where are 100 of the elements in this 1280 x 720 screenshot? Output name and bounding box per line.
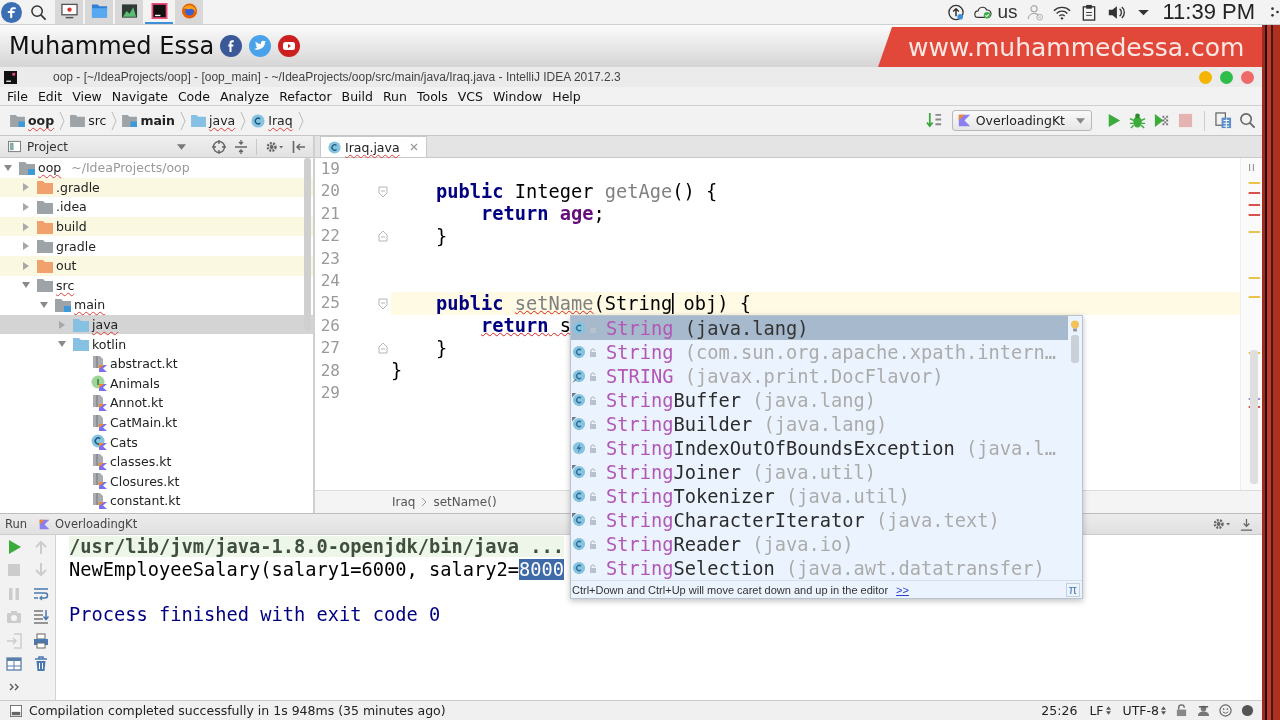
completion-item[interactable]: STRING (javax.print.DocFlavor) <box>571 364 1068 388</box>
user-icon[interactable] <box>1026 3 1045 21</box>
project-view-dropdown[interactable]: Project <box>0 136 186 157</box>
triangle-right-icon[interactable] <box>21 221 31 232</box>
caret-down-icon[interactable] <box>1138 8 1150 16</box>
completion-item[interactable]: String (java.lang) <box>571 316 1068 340</box>
tree-item[interactable]: Closures.kt <box>0 471 313 492</box>
gear-icon[interactable] <box>1212 517 1231 531</box>
tree-item[interactable]: classes.kt <box>0 451 313 472</box>
os-logo-icon[interactable] <box>1 1 22 23</box>
hide-panel-icon[interactable] <box>292 139 306 154</box>
breadcrumb-link[interactable]: Iraq <box>392 495 416 509</box>
close-button[interactable] <box>1241 70 1254 84</box>
fold-marker-icon[interactable] <box>378 342 388 355</box>
triangle-right-icon[interactable] <box>21 260 31 271</box>
scrollbar-thumb[interactable] <box>1250 350 1258 484</box>
pi-button[interactable]: π <box>1066 582 1080 597</box>
tree-item[interactable]: java <box>0 314 313 335</box>
completion-item[interactable]: StringReader (java.io) <box>571 532 1068 556</box>
completion-item[interactable]: StringJoiner (java.util) <box>571 460 1068 484</box>
tree-item[interactable]: main <box>0 295 313 315</box>
completion-item[interactable]: StringSelection (java.awt.datatransfer) <box>571 556 1068 580</box>
triangle-down-icon[interactable] <box>39 299 49 310</box>
printer-icon[interactable] <box>32 632 49 649</box>
tree-item[interactable]: Animals <box>0 373 313 394</box>
breadcrumb-link[interactable]: src <box>67 113 110 128</box>
menu-item[interactable]: Tools <box>411 88 453 104</box>
menu-item[interactable]: View <box>67 88 107 104</box>
lightbulb-icon[interactable] <box>1070 320 1080 332</box>
window-icon[interactable] <box>10 704 22 717</box>
triangle-down-icon[interactable] <box>3 162 13 173</box>
menu-item[interactable]: Analyze <box>214 88 275 104</box>
wrap-icon[interactable] <box>32 585 49 602</box>
close-icon[interactable] <box>409 143 418 151</box>
line-separator-selector[interactable]: LF <box>1089 703 1111 718</box>
dots-icon[interactable] <box>1270 4 1280 20</box>
run-tab[interactable]: OverloadingKt <box>39 517 138 531</box>
smiley-icon[interactable] <box>1219 704 1232 717</box>
menu-item[interactable]: Navigate <box>106 88 173 104</box>
triangle-right-icon[interactable] <box>21 241 31 252</box>
editor-tab[interactable]: Iraq.java <box>320 136 427 157</box>
completion-item[interactable]: StringBuffer (java.lang) <box>571 388 1068 412</box>
circle-icon[interactable] <box>1241 704 1254 717</box>
clock[interactable]: 11:39 PM <box>1162 0 1255 25</box>
tree-item[interactable]: build <box>0 216 313 237</box>
breadcrumb-link[interactable]: setName() <box>433 495 497 509</box>
coverage-icon[interactable] <box>1153 112 1170 129</box>
completion-item[interactable]: StringTokenizer (java.util) <box>571 484 1068 508</box>
gear-icon[interactable] <box>265 139 284 154</box>
breadcrumb-link[interactable]: java <box>188 113 239 128</box>
tree-item[interactable]: constant.kt <box>0 491 313 511</box>
scrollbar-thumb[interactable] <box>304 158 311 330</box>
keyboard-layout[interactable]: us <box>997 1 1018 23</box>
project-structure-icon[interactable] <box>1215 112 1232 129</box>
person-icon[interactable] <box>1197 704 1210 717</box>
breadcrumb-link[interactable]: Iraq <box>248 113 296 128</box>
search-icon[interactable] <box>1239 112 1256 129</box>
menu-item[interactable]: Run <box>378 88 412 104</box>
lock-icon[interactable] <box>1175 704 1188 717</box>
menu-item[interactable]: Build <box>336 88 378 104</box>
maximize-button[interactable] <box>1220 70 1233 84</box>
sort-icon[interactable] <box>925 112 943 129</box>
triangle-right-icon[interactable] <box>21 182 31 193</box>
menu-item[interactable]: Refactor <box>274 88 337 104</box>
bug-icon[interactable] <box>1129 112 1146 129</box>
run-configuration-dropdown[interactable]: OverloadingKt <box>951 110 1092 131</box>
tree-item[interactable]: .idea <box>0 197 313 217</box>
tree-item[interactable]: out <box>0 255 313 276</box>
fold-marker-icon[interactable] <box>378 185 388 198</box>
scroll-to-end-icon[interactable] <box>32 609 49 626</box>
trash-icon[interactable] <box>32 655 49 672</box>
tree-item[interactable]: oop ~/IdeaProjects/oop <box>0 158 313 178</box>
hide-panel-icon[interactable] <box>1240 517 1253 531</box>
scrollbar-thumb[interactable] <box>1071 335 1079 363</box>
menu-item[interactable]: VCS <box>452 88 488 104</box>
completion-item[interactable]: String (com.sun.org.apache.xpath.intern… <box>571 340 1068 364</box>
breadcrumb-link[interactable]: oop <box>7 113 58 128</box>
menu-item[interactable]: Window <box>488 88 548 104</box>
crosshair-icon[interactable] <box>212 139 226 154</box>
video-play-icon[interactable] <box>278 35 301 57</box>
arrow-up-circle-icon[interactable] <box>947 3 966 21</box>
encoding-selector[interactable]: UTF-8 <box>1122 703 1166 718</box>
search-icon[interactable] <box>30 3 47 21</box>
menu-item[interactable]: Code <box>172 88 215 104</box>
menu-item[interactable]: Help <box>547 88 586 104</box>
taskbar-app-button[interactable] <box>115 0 143 24</box>
breadcrumb-link[interactable]: main <box>119 113 179 128</box>
completion-item[interactable]: StringIndexOutOfBoundsException (java.l… <box>571 436 1068 460</box>
collapse-all-icon[interactable] <box>234 139 248 154</box>
tree-item[interactable]: kotlin <box>0 334 313 354</box>
tree-item[interactable]: CatMain.kt <box>0 412 313 433</box>
facebook-icon[interactable] <box>220 35 243 57</box>
menu-item[interactable]: File <box>2 88 33 104</box>
caret-position[interactable]: 25:26 <box>1041 703 1078 718</box>
taskbar-app-button[interactable] <box>55 0 83 24</box>
fold-marker-icon[interactable] <box>378 297 388 310</box>
shortcut-link[interactable]: >> <box>896 583 909 596</box>
tree-item[interactable]: gradle <box>0 236 313 256</box>
completion-item[interactable]: StringBuilder (java.lang) <box>571 412 1068 436</box>
tree-item[interactable]: abstract.kt <box>0 353 313 374</box>
